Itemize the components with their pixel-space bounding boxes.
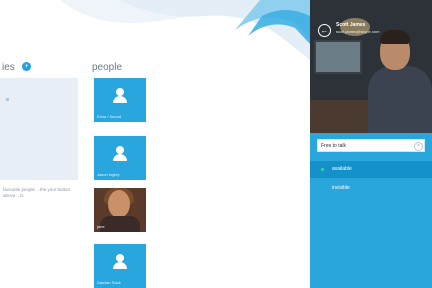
cloud-banner <box>60 0 310 60</box>
profile-panel: ← Scott James scott.james@skype.com × av… <box>310 0 432 288</box>
profile-subtitle: scott.james@skype.com <box>336 29 380 34</box>
contact-name: Jason Ingley <box>97 172 120 177</box>
contact-name: Damian Sock <box>97 280 121 285</box>
status-option-available[interactable]: available <box>310 161 432 178</box>
profile-photo <box>310 0 432 133</box>
status-dot-icon <box>321 168 324 171</box>
mood-message-field[interactable]: × <box>317 139 425 152</box>
default-avatar-icon <box>113 146 127 162</box>
back-arrow-icon[interactable]: ← <box>318 24 331 37</box>
contact-tile[interactable]: Jason Ingley <box>94 136 146 180</box>
contact-tile[interactable]: Damian Sock <box>94 244 146 288</box>
contact-name: jane <box>97 224 105 229</box>
mood-message-input[interactable] <box>321 140 411 151</box>
close-icon[interactable]: × <box>414 142 423 151</box>
contact-name: Echo / Sound <box>97 114 122 119</box>
status-option-invisible[interactable]: invisible <box>310 180 432 197</box>
default-avatar-icon <box>113 254 127 270</box>
favorites-dropzone <box>0 78 78 180</box>
contact-tile[interactable]: jane <box>94 188 146 232</box>
profile-name: Scott James <box>336 22 366 28</box>
status-label: available <box>332 166 352 172</box>
people-heading: people <box>92 62 123 73</box>
status-label: invisible <box>332 185 350 191</box>
favorites-hint: favourite people ...the your button abov… <box>3 187 71 198</box>
main-canvas: ies + favourite people ...the your butto… <box>0 0 310 288</box>
plus-icon[interactable]: + <box>22 62 31 71</box>
favorites-heading: ies <box>2 62 15 73</box>
contact-tile[interactable]: Echo / Sound <box>94 78 146 122</box>
default-avatar-icon <box>113 88 127 104</box>
